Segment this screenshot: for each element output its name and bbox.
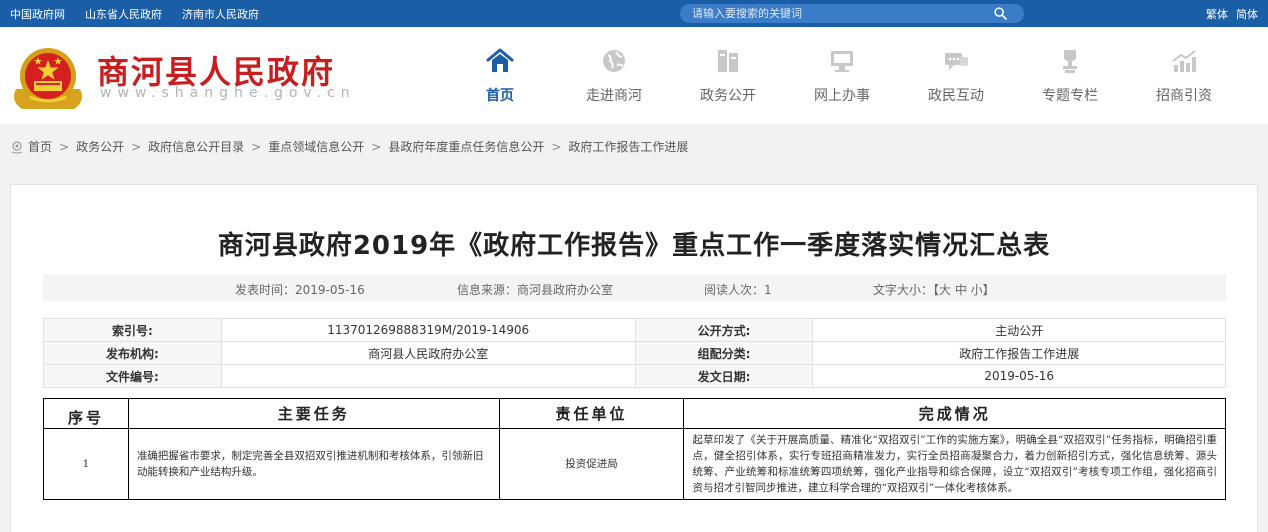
link-central-gov[interactable]: 中国政府网 — [10, 6, 65, 22]
category-label: 组配分类: — [634, 341, 814, 365]
category-value: 政府工作报告工作进展 — [812, 341, 1226, 365]
table-header-row: 序号 主要任务 责任单位 完成情况 — [43, 398, 1226, 429]
view-count: 阅读人次：1 — [704, 283, 772, 297]
main-nav: 首页 走进商河 政务公开 网上办事 政民互动 专题专栏 招商引资 — [443, 47, 1241, 105]
completion-status: 起草印发了《关于开展高质量、精准化“双招双引”工作的实施方案》，明确全县“双招双… — [683, 428, 1226, 500]
table-row: 索引号: 113701269888319M/2019-14906 公开方式: 主… — [43, 318, 1226, 342]
article-title: 商河县政府2019年《政府工作报告》重点工作一季度落实情况汇总表 — [217, 231, 1051, 261]
task-summary-table: 序号 主要任务 责任单位 完成情况 1 准确把握省市要求，制定完善全县双招双引推… — [43, 398, 1226, 500]
nav-label: 政务公开 — [700, 88, 756, 104]
breadcrumb-separator: > — [131, 139, 142, 154]
nav-investment[interactable]: 招商引资 — [1127, 47, 1241, 105]
responsible-unit: 投资促进局 — [498, 428, 685, 500]
nav-special-topics[interactable]: 专题专栏 — [1013, 47, 1127, 105]
link-shandong-gov[interactable]: 山东省人民政府 — [85, 6, 162, 22]
search-icon[interactable] — [994, 7, 1007, 20]
publish-date: 发表时间：2019-05-16 — [235, 283, 365, 297]
nav-home[interactable]: 首页 — [443, 47, 557, 105]
national-emblem-icon[interactable] — [8, 43, 88, 113]
top-links: 中国政府网 山东省人民政府 济南市人民政府 — [10, 6, 259, 22]
breadcrumb-current[interactable]: 政府工作报告工作进展 — [568, 138, 688, 155]
traditional-chinese-link[interactable]: 繁体 — [1206, 6, 1228, 22]
nav-label: 网上办事 — [814, 88, 870, 104]
search-input[interactable] — [692, 4, 982, 23]
breadcrumb-key-areas[interactable]: 重点领域信息公开 — [268, 138, 364, 155]
breadcrumb-home[interactable]: 首页 — [28, 138, 52, 155]
search-box — [680, 4, 1024, 23]
col-header-number: 序号 — [43, 398, 129, 429]
monitor-icon — [831, 51, 853, 72]
location-icon — [11, 140, 23, 153]
growth-chart-icon — [1172, 50, 1196, 72]
publisher-label: 发布机构: — [43, 341, 222, 365]
nav-label: 首页 — [486, 88, 514, 104]
task-description: 准确把握省市要求，制定完善全县双招双引推进机制和考核体系，引领新旧动能转换和产业… — [127, 428, 500, 500]
issue-date-label: 发文日期: — [634, 364, 814, 388]
index-number-label: 索引号: — [43, 318, 222, 342]
top-bar: 中国政府网 山东省人民政府 济南市人民政府 繁体 简体 — [0, 0, 1268, 27]
col-header-status: 完成情况 — [683, 398, 1226, 429]
nav-label: 招商引资 — [1156, 88, 1212, 104]
link-jinan-gov[interactable]: 济南市人民政府 — [182, 6, 259, 22]
site-url: www.shanghe.gov.cn — [100, 85, 356, 101]
nav-about-shanghe[interactable]: 走进商河 — [557, 47, 671, 105]
breadcrumb-annual-tasks[interactable]: 县政府年度重点任务信息公开 — [388, 138, 544, 155]
nav-label: 政民互动 — [928, 88, 984, 104]
disclosure-method-label: 公开方式: — [634, 318, 814, 342]
document-info-table: 索引号: 113701269888319M/2019-14906 公开方式: 主… — [43, 318, 1226, 388]
breadcrumb-gov-affairs[interactable]: 政务公开 — [76, 138, 124, 155]
nav-label: 专题专栏 — [1042, 88, 1098, 104]
info-source: 信息来源：商河县政府办公室 — [457, 283, 614, 297]
folder-icon — [718, 50, 738, 72]
document-number-label: 文件编号: — [43, 364, 222, 388]
publisher-value: 商河县人民政府办公室 — [220, 341, 636, 365]
col-header-unit: 责任单位 — [498, 398, 685, 429]
breadcrumb-separator: > — [59, 139, 70, 154]
breadcrumb-separator: > — [371, 139, 382, 154]
issue-date-value: 2019-05-16 — [812, 364, 1226, 388]
language-switch: 繁体 简体 — [1206, 6, 1258, 22]
breadcrumb-info-directory[interactable]: 政府信息公开目录 — [148, 138, 244, 155]
chat-icon — [945, 53, 968, 70]
nav-label: 走进商河 — [586, 88, 642, 104]
breadcrumb-separator: > — [551, 139, 562, 154]
index-number-value: 113701269888319M/2019-14906 — [220, 318, 636, 342]
nav-interaction[interactable]: 政民互动 — [899, 47, 1013, 105]
col-header-task: 主要任务 — [127, 398, 500, 429]
article-card: 商河县政府2019年《政府工作报告》重点工作一季度落实情况汇总表 发表时间：20… — [10, 184, 1258, 532]
article-meta: 发表时间：2019-05-16 信息来源：商河县政府办公室 阅读人次：1 文字大… — [43, 274, 1226, 301]
site-header: 商河县人民政府 www.shanghe.gov.cn 首页 走进商河 政务公开 … — [0, 27, 1268, 124]
table-row: 发布机构: 商河县人民政府办公室 组配分类: 政府工作报告工作进展 — [43, 341, 1226, 365]
globe-icon — [603, 50, 625, 72]
disclosure-method-value: 主动公开 — [812, 318, 1226, 342]
nav-online-services[interactable]: 网上办事 — [785, 47, 899, 105]
font-size-control[interactable]: 文字大小：【大 中 小】 — [873, 281, 995, 298]
row-number: 1 — [43, 428, 129, 500]
home-icon — [486, 48, 514, 72]
breadcrumb: 首页 > 政务公开 > 政府信息公开目录 > 重点领域信息公开 > 县政府年度重… — [10, 138, 688, 155]
table-row: 文件编号: 发文日期: 2019-05-16 — [43, 364, 1226, 388]
nav-gov-affairs[interactable]: 政务公开 — [671, 47, 785, 105]
simplified-chinese-link[interactable]: 简体 — [1236, 6, 1258, 22]
table-row: 1 准确把握省市要求，制定完善全县双招双引推进机制和考核体系，引领新旧动能转换和… — [43, 428, 1226, 500]
breadcrumb-separator: > — [251, 139, 262, 154]
award-icon — [1063, 50, 1077, 73]
document-number-value — [220, 364, 636, 388]
